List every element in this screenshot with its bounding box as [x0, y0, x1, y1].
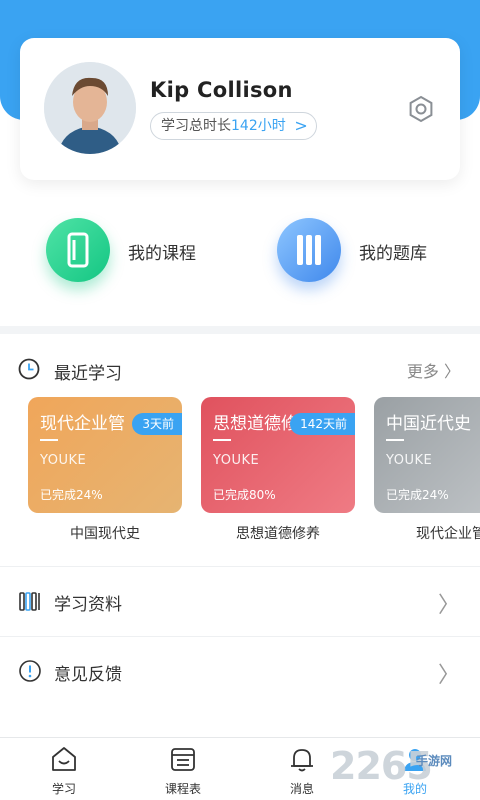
- chevron-right-icon: >: [294, 116, 308, 135]
- home-icon: [52, 747, 76, 771]
- cover-divider: [40, 439, 58, 441]
- course-progress: 已完成80%: [213, 488, 276, 502]
- my-question-bank-label: 我的题库: [359, 244, 427, 264]
- course-name: 思想道德修养: [236, 526, 320, 542]
- more-link[interactable]: 更多 〉: [407, 358, 460, 382]
- feedback-row[interactable]: 意见反馈 〉: [0, 636, 480, 704]
- course-name: 现代企业管: [416, 526, 480, 542]
- course-progress: 已完成24%: [40, 488, 103, 502]
- course-cover-title: 中国近代史: [386, 414, 471, 434]
- tab-label: 课程表: [164, 782, 201, 796]
- last-studied-badge: 142天前: [290, 413, 355, 435]
- my-question-bank-button[interactable]: 我的题库: [277, 218, 477, 288]
- course-card-cover: 现代企业管 YOUKE 已完成24% 3天前: [28, 397, 182, 513]
- cover-divider: [213, 439, 231, 441]
- settings-icon[interactable]: [406, 94, 436, 124]
- avatar-photo: [44, 62, 136, 154]
- recent-study-title: 最近学习: [54, 364, 122, 384]
- site-watermark: 2265 手游网: [330, 744, 480, 800]
- study-time-pill[interactable]: 学习总时长142小时 >: [150, 112, 317, 140]
- course-cover-title: 现代企业管: [40, 414, 125, 434]
- course-brand: YOUKE: [386, 453, 433, 468]
- course-brand: YOUKE: [213, 453, 260, 468]
- course-card-cover: 中国近代史 YOUKE 已完成24%: [374, 397, 480, 513]
- more-label: 更多: [406, 362, 439, 381]
- tab-schedule[interactable]: 课程表: [143, 744, 223, 797]
- recent-courses-carousel[interactable]: 现代企业管 YOUKE 已完成24% 3天前 中国现代史 思想道德修养 YOUK…: [0, 397, 480, 547]
- my-courses-button[interactable]: 我的课程: [46, 218, 246, 288]
- section-divider: [0, 326, 480, 334]
- book-icon: [46, 218, 110, 282]
- study-time-value: 142小时: [231, 118, 286, 134]
- clock-icon: [18, 358, 40, 380]
- info-circle-icon: [19, 660, 41, 682]
- course-name: 中国现代史: [70, 526, 140, 542]
- study-materials-label: 学习资料: [54, 595, 122, 615]
- study-time-label: 学习总时长: [161, 118, 231, 134]
- user-name: Kip Collison: [150, 78, 293, 102]
- study-materials-row[interactable]: 学习资料 〉: [0, 566, 480, 634]
- recent-study-header: 最近学习 更多 〉: [0, 352, 480, 386]
- bell-icon: [291, 749, 313, 772]
- calendar-icon: [171, 748, 195, 771]
- course-brand: YOUKE: [40, 453, 87, 468]
- watermark-text: 手游网: [416, 754, 453, 768]
- course-card[interactable]: 中国近代史 YOUKE 已完成24% 现代企业管: [374, 397, 480, 543]
- my-courses-label: 我的课程: [128, 244, 196, 264]
- course-card[interactable]: 现代企业管 YOUKE 已完成24% 3天前 中国现代史: [28, 397, 182, 543]
- books-icon: [277, 218, 341, 282]
- cover-divider: [386, 439, 404, 441]
- course-card-cover: 思想道德修养 YOUKE 已完成80% 142天前: [201, 397, 355, 513]
- chevron-right-icon: 〉: [443, 362, 460, 381]
- avatar[interactable]: [44, 62, 136, 154]
- chevron-right-icon: 〉: [437, 593, 460, 618]
- tab-label: 学习: [51, 782, 76, 796]
- feedback-label: 意见反馈: [54, 665, 122, 685]
- course-progress: 已完成24%: [386, 488, 449, 502]
- chevron-right-icon: 〉: [437, 663, 460, 688]
- last-studied-badge: 3天前: [132, 413, 182, 435]
- course-card[interactable]: 思想道德修养 YOUKE 已完成80% 142天前 思想道德修养: [201, 397, 355, 543]
- bookshelf-icon: [19, 592, 40, 611]
- profile-card: Kip Collison 学习总时长142小时 >: [20, 38, 460, 180]
- tab-study[interactable]: 学习: [24, 744, 104, 797]
